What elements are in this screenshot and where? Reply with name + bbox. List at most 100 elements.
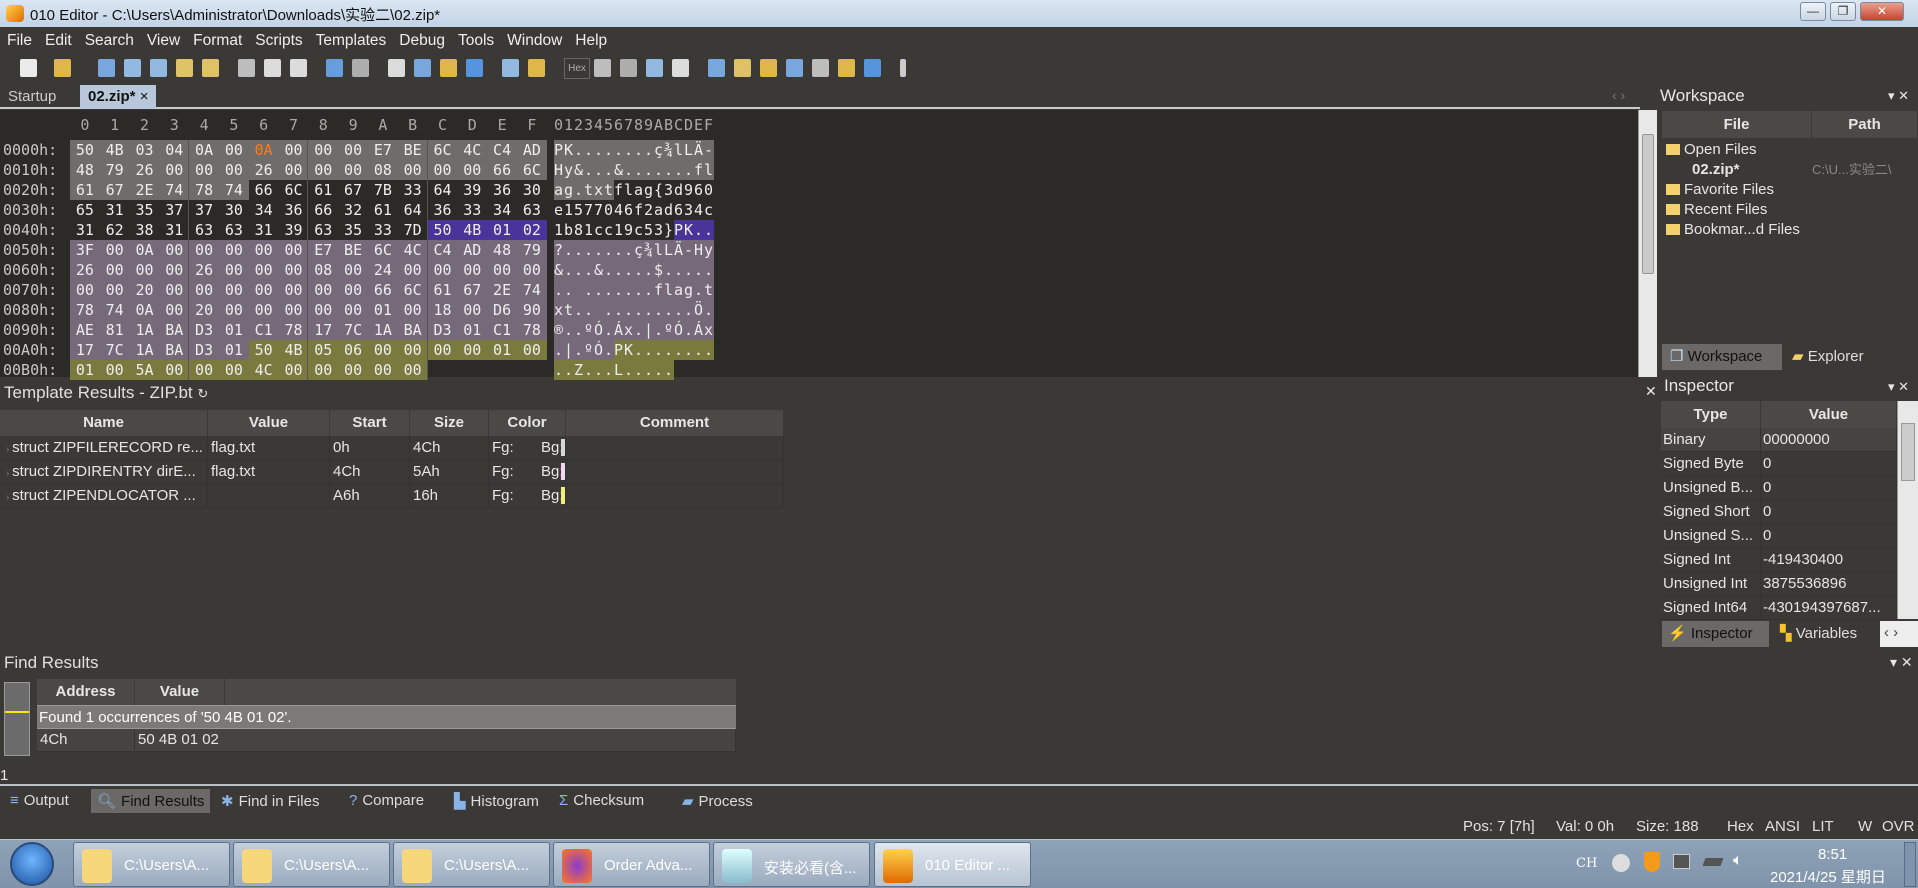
menu-file[interactable]: File (0, 27, 38, 50)
hex-byte[interactable]: 01 (219, 340, 249, 360)
hex-byte[interactable]: 00 (159, 360, 190, 380)
hex-byte[interactable]: 00 (338, 160, 368, 180)
status-encoding[interactable]: ANSI (1765, 818, 1800, 835)
hex-byte[interactable]: 5A (129, 360, 160, 380)
hex-byte[interactable]: BE (338, 240, 368, 260)
hex-byte[interactable]: 00 (159, 160, 190, 180)
status-ovr[interactable]: OVR (1882, 818, 1915, 835)
ascii-row[interactable]: &...&.....$..... (554, 260, 714, 280)
hex-byte[interactable]: 33 (368, 220, 398, 240)
hex-byte[interactable]: C4 (427, 240, 458, 260)
hex-byte[interactable]: 00 (308, 300, 339, 320)
show-whitespace-icon[interactable] (620, 59, 637, 77)
hex-byte[interactable]: 38 (129, 220, 160, 240)
col-value[interactable]: Value (1761, 401, 1897, 428)
hex-byte[interactable]: 64 (397, 200, 428, 220)
hex-byte[interactable]: 00 (308, 160, 339, 180)
hex-byte[interactable]: 08 (308, 260, 339, 280)
hex-byte[interactable]: 20 (129, 280, 160, 300)
hex-byte[interactable]: 06 (338, 340, 368, 360)
evaluate-icon[interactable] (838, 59, 855, 77)
hex-byte[interactable]: 6C (397, 280, 428, 300)
hex-byte[interactable]: 00 (219, 280, 249, 300)
hex-byte[interactable]: 36 (278, 200, 309, 220)
hex-byte[interactable]: 62 (99, 220, 130, 240)
hex-byte[interactable]: 50 (248, 340, 279, 360)
hex-byte[interactable]: 6C (368, 240, 398, 260)
hex-byte[interactable]: 74 (159, 180, 190, 200)
maximize-button[interactable]: ❐ (1830, 2, 1856, 21)
col-color[interactable]: Color (489, 410, 566, 436)
menu-tools[interactable]: Tools (451, 27, 500, 50)
hex-byte[interactable]: 01 (368, 300, 398, 320)
menu-scripts[interactable]: Scripts (248, 27, 308, 50)
hex-byte[interactable]: BA (397, 320, 428, 340)
hex-byte[interactable]: 4B (457, 220, 488, 240)
ascii-row[interactable]: Hy&...&.......fl (554, 160, 714, 180)
hex-byte[interactable]: 00 (487, 260, 517, 280)
hex-byte[interactable]: 00 (189, 360, 219, 380)
hex-byte[interactable]: D3 (189, 340, 219, 360)
ascii-row[interactable]: ..Z...L..... (554, 360, 674, 380)
hex-byte[interactable]: C4 (487, 140, 517, 160)
base-converter-icon[interactable] (864, 59, 881, 77)
hex-byte[interactable]: 4B (278, 340, 309, 360)
hex-byte[interactable]: BA (159, 340, 190, 360)
hex-byte[interactable]: 00 (129, 260, 160, 280)
tab-histogram[interactable]: ▙ Histogram (448, 789, 545, 813)
hex-byte[interactable]: 00 (248, 300, 279, 320)
hex-byte[interactable]: 66 (308, 200, 339, 220)
hex-byte[interactable]: 00 (338, 140, 368, 160)
hex-byte[interactable]: 79 (517, 240, 547, 260)
hex-byte[interactable]: 26 (189, 260, 219, 280)
hex-byte[interactable]: E7 (308, 240, 339, 260)
hex-byte[interactable]: 7D (397, 220, 428, 240)
tab-compare[interactable]: ? Compare (343, 789, 430, 813)
hex-byte[interactable]: 78 (70, 300, 100, 320)
ascii-row[interactable]: ®..ºÓ.Áx.|.ºÓ.Áx (554, 320, 714, 340)
hex-byte[interactable]: 66 (248, 180, 279, 200)
hex-byte[interactable]: 20 (189, 300, 219, 320)
hex-byte[interactable]: C1 (487, 320, 517, 340)
tab-checksum[interactable]: Σ Checksum (553, 789, 650, 813)
hex-byte[interactable]: 1A (129, 320, 160, 340)
inspector-row[interactable]: Unsigned S... 0 (1661, 524, 1897, 548)
hex-byte[interactable]: 31 (159, 220, 190, 240)
hex-byte[interactable]: 00 (70, 280, 100, 300)
hex-byte[interactable]: 00 (189, 280, 219, 300)
save-icon[interactable] (98, 59, 115, 77)
hex-byte[interactable]: D6 (487, 300, 517, 320)
hex-byte[interactable]: 63 (219, 220, 249, 240)
hex-byte[interactable]: 6C (427, 140, 458, 160)
hex-byte[interactable]: 01 (487, 220, 517, 240)
col-comment[interactable]: Comment (566, 410, 784, 436)
hex-byte[interactable]: 00 (278, 240, 309, 260)
hex-byte[interactable]: 00 (278, 260, 309, 280)
hex-byte[interactable]: 00 (338, 300, 368, 320)
hex-byte[interactable]: 17 (70, 340, 100, 360)
bookmark-icon[interactable] (760, 59, 777, 77)
ascii-row[interactable]: e1577046f2ad634c (554, 200, 714, 220)
tab-close-icon[interactable]: × (140, 88, 149, 105)
start-button[interactable] (10, 842, 54, 886)
vmware-icon[interactable] (1673, 854, 1690, 869)
tab-find-in-files[interactable]: ✱ Find in Files (215, 789, 325, 813)
usb-device-icon[interactable] (1702, 858, 1724, 866)
tab-scroll-arrows[interactable]: ‹ › (1612, 87, 1625, 103)
hex-byte[interactable]: 00 (338, 360, 368, 380)
hex-byte[interactable]: 61 (368, 200, 398, 220)
inspector-row[interactable]: Signed Short 0 (1661, 500, 1897, 524)
hex-byte[interactable]: 00 (219, 140, 249, 160)
find-panel-controls[interactable]: ▾ ✕ (1890, 654, 1913, 671)
col-address[interactable]: Address (37, 679, 135, 705)
hex-byte[interactable]: 34 (487, 200, 517, 220)
hex-scrollbar[interactable] (1638, 110, 1657, 377)
close-button[interactable]: ✕ (1860, 2, 1904, 21)
hex-byte[interactable]: 61 (427, 280, 458, 300)
hex-byte[interactable]: 63 (189, 220, 219, 240)
hex-byte[interactable]: 17 (308, 320, 339, 340)
hex-byte[interactable]: 00 (368, 360, 398, 380)
hex-byte[interactable]: 01 (70, 360, 100, 380)
close-all-icon[interactable] (202, 59, 219, 77)
hex-byte[interactable]: 63 (308, 220, 339, 240)
